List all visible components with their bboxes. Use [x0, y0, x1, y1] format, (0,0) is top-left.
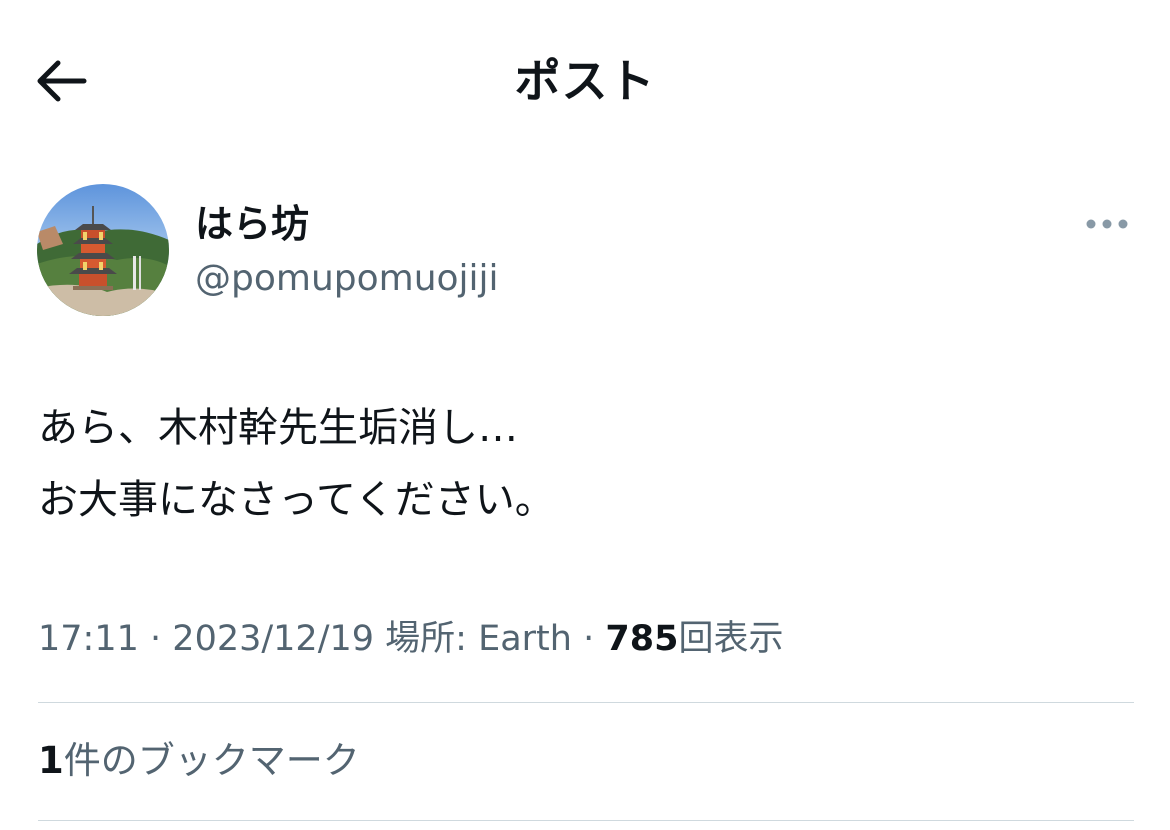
post-body: あら、木村幹先生垢消し… お大事になさってください。 [38, 392, 1128, 536]
views-label: 回表示 [678, 619, 784, 659]
avatar[interactable] [37, 184, 169, 316]
meta-separator: · [150, 619, 162, 659]
pagoda-avatar-image [37, 184, 169, 316]
more-options-button[interactable] [1078, 204, 1136, 244]
more-horizontal-icon [1086, 219, 1128, 229]
bookmarks-label: 件のブックマーク [63, 739, 360, 782]
top-bar: ポスト [0, 0, 1170, 165]
meta-separator: · [583, 619, 595, 659]
bookmarks-count: 1 [38, 739, 64, 782]
post-location: 場所: Earth [385, 619, 572, 659]
page-title: ポスト [514, 54, 656, 108]
post-text-line: あら、木村幹先生垢消し… [38, 405, 518, 451]
divider [38, 820, 1134, 821]
post-date[interactable]: 2023/12/19 [172, 619, 374, 659]
divider [38, 702, 1134, 703]
post-metadata: 17:11 · 2023/12/19 場所: Earth · 785回表示 [38, 612, 783, 666]
author-display-name[interactable]: はら坊 [195, 199, 309, 249]
post-text-line: お大事になさってください。 [38, 477, 555, 523]
post-time[interactable]: 17:11 [38, 619, 139, 659]
bookmarks-link[interactable]: 1件のブックマーク [38, 733, 360, 789]
author-handle[interactable]: @pomupomuojiji [195, 254, 499, 304]
views-count: 785 [605, 619, 679, 659]
